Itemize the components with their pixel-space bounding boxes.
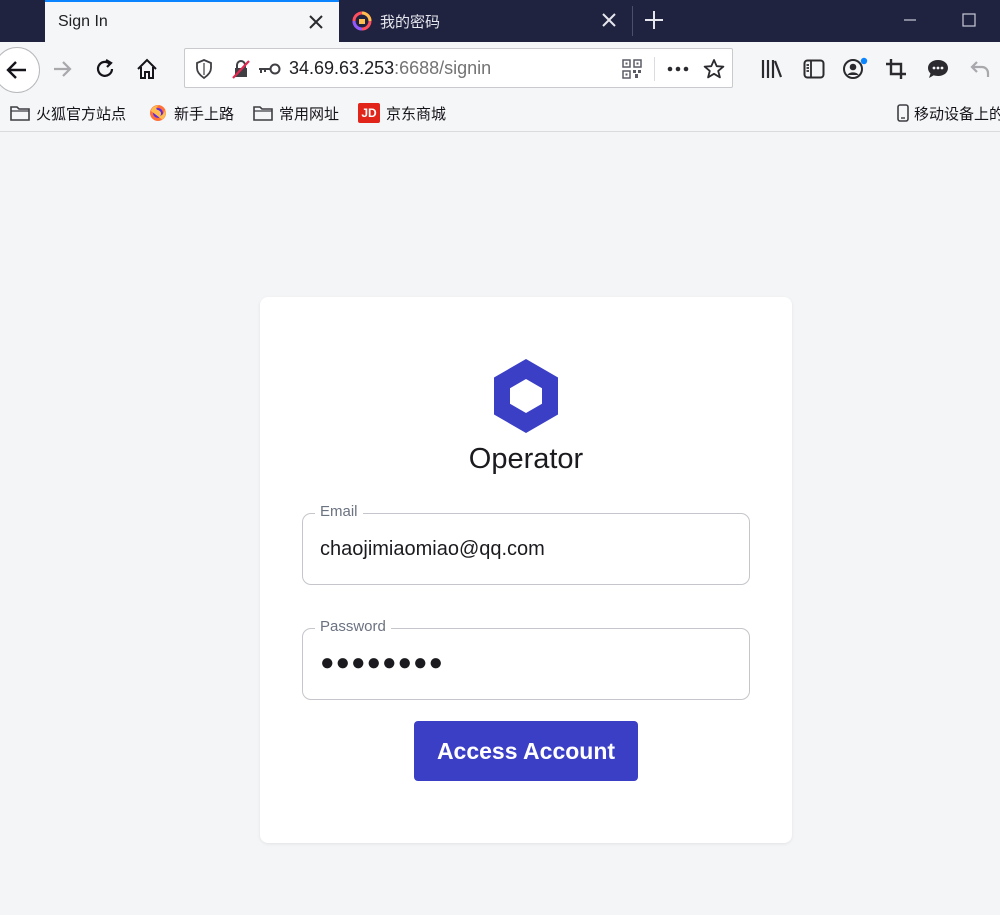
bookmark-label: 移动设备上的 (914, 105, 1000, 123)
close-tab-icon[interactable] (307, 13, 325, 31)
address-bar[interactable]: 34.69.63.253:6688/signin (184, 48, 733, 88)
bookmark-star-icon[interactable] (703, 59, 725, 79)
sidebar-icon[interactable] (802, 57, 826, 81)
forward-button[interactable] (50, 56, 76, 82)
tab-my-passwords[interactable]: 我的密码 (340, 0, 632, 42)
bookmark-firefox-official[interactable]: 火狐官方站点 (10, 102, 126, 124)
chat-bubble-icon[interactable] (926, 57, 950, 81)
tab-title: 我的密码 (380, 13, 441, 31)
password-value[interactable]: ●●●●●●●● (320, 649, 444, 677)
tab-separator (632, 6, 633, 36)
bookmark-common-sites[interactable]: 常用网址 (253, 102, 339, 124)
tab-title: Sign In (58, 13, 108, 30)
reload-icon (96, 59, 114, 77)
lockwise-icon (352, 11, 372, 31)
close-tab-icon[interactable] (600, 11, 618, 29)
jd-icon-text: JD (361, 106, 377, 120)
bookmark-label: 常用网址 (279, 105, 340, 123)
signin-card: Operator Email chaojimiaomiao@qq.com Pas… (260, 297, 792, 843)
library-icon[interactable] (760, 57, 784, 81)
email-value[interactable]: chaojimiaomiao@qq.com (320, 538, 545, 561)
bookmarks-toolbar: 火狐官方站点 新手上路 常用网址 JD 京东商城 移动设备上的 (0, 94, 1000, 132)
bookmark-label: 京东商城 (386, 105, 447, 123)
back-arrow-icon (6, 61, 26, 79)
email-label: Email (315, 503, 363, 520)
new-tab-icon[interactable] (642, 8, 666, 32)
folder-icon (253, 104, 273, 122)
maximize-icon[interactable] (961, 12, 977, 28)
bookmark-getting-started[interactable]: 新手上路 (148, 102, 234, 124)
url-divider (654, 57, 655, 81)
firefox-icon (148, 104, 168, 122)
url-text[interactable]: 34.69.63.253:6688/signin (289, 58, 491, 79)
minimize-icon[interactable] (902, 12, 918, 28)
url-path: :6688/signin (394, 58, 492, 78)
tab-strip: Sign In 我的密码 (0, 0, 1000, 42)
folder-icon (10, 104, 30, 122)
hexagon-logo-icon (492, 357, 560, 435)
access-account-button[interactable]: Access Account (414, 721, 638, 781)
key-icon[interactable] (257, 59, 281, 79)
back-button[interactable] (0, 47, 40, 93)
mobile-icon (896, 104, 910, 122)
forward-arrow-icon (54, 61, 72, 77)
bookmark-label: 火狐官方站点 (36, 105, 127, 123)
jd-icon: JD (358, 103, 380, 123)
home-button[interactable] (134, 56, 160, 82)
email-field[interactable]: Email chaojimiaomiao@qq.com (302, 503, 750, 585)
insecure-lock-icon[interactable] (231, 59, 251, 79)
url-host: 34.69.63.253 (289, 58, 395, 78)
bookmark-mobile[interactable]: 移动设备上的 (896, 102, 1000, 124)
password-field[interactable]: Password ●●●●●●●● (302, 618, 750, 700)
password-label: Password (315, 618, 391, 635)
undo-icon[interactable] (968, 57, 992, 81)
brand-name: Operator (468, 443, 584, 475)
shield-icon[interactable] (194, 59, 214, 79)
bookmark-jd[interactable]: JD 京东商城 (358, 102, 446, 124)
screenshot-crop-icon[interactable] (884, 57, 908, 81)
reload-button[interactable] (92, 56, 118, 82)
qr-code-icon[interactable] (622, 59, 642, 79)
nav-toolbar: 34.69.63.253:6688/signin (0, 42, 1000, 94)
home-icon (137, 58, 157, 79)
tab-sign-in[interactable]: Sign In (45, 0, 339, 42)
bookmark-label: 新手上路 (174, 105, 235, 123)
more-actions-icon[interactable] (666, 59, 690, 79)
account-icon[interactable] (842, 57, 868, 81)
